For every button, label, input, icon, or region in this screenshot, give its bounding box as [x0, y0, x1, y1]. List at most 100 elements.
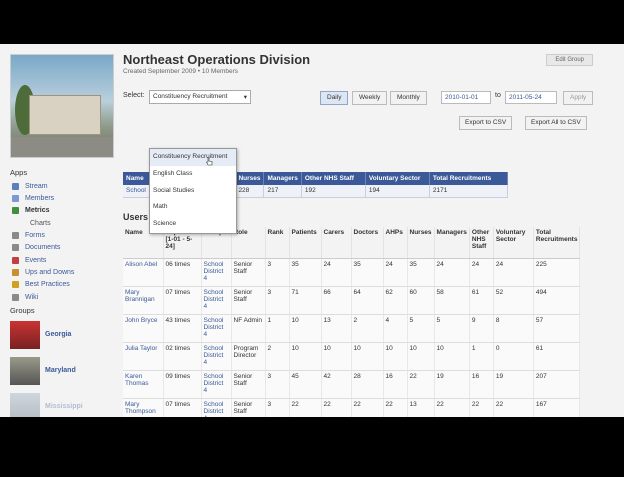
table-row: Alison Abel 06 times School District 4 Seni…: [123, 258, 581, 287]
table-row: John Bryce 43 times School District 4 NF Ad…: [123, 314, 581, 343]
table-row: Julia Taylor 02 times School District 4 Pro…: [123, 342, 581, 371]
user-group-link[interactable]: School District 4: [201, 286, 232, 315]
table-cell: 1: [265, 314, 290, 343]
summary-header-cell: Nurses: [234, 172, 265, 185]
user-group-link[interactable]: School District 4: [201, 314, 232, 343]
table-cell: 22: [321, 398, 352, 417]
table-cell: 61: [533, 342, 581, 371]
users-header-cell: Voluntary Sector: [493, 227, 534, 259]
ups-and-downs-icon: [12, 269, 19, 277]
summary-header-cell: Managers: [263, 172, 302, 185]
date-to-input[interactable]: 2011-05-24: [505, 91, 557, 104]
nav-item-label: Documents: [25, 244, 61, 252]
nav-item-members[interactable]: Members: [10, 192, 114, 204]
nav-subitem-charts[interactable]: Charts: [10, 217, 114, 229]
table-cell: 52: [493, 286, 534, 315]
table-cell: 22: [407, 370, 435, 399]
nav-item-best-practices[interactable]: Best Practices: [10, 279, 114, 291]
export-csv-button[interactable]: Export to CSV: [459, 116, 513, 130]
period-monthly-button[interactable]: Monthly: [390, 91, 427, 105]
table-row: Mary Thompson07 timesSchool District 4Se…: [123, 398, 581, 417]
table-cell: 3: [265, 286, 290, 315]
controls-bar: Select: Constituency Recruitment ▾ Daily…: [123, 90, 603, 108]
group-item[interactable]: Georgia: [10, 318, 114, 352]
table-cell: 5: [407, 314, 435, 343]
metric-dropdown-menu: Constituency Recruitment English Class Soc…: [149, 148, 237, 234]
table-cell: 22: [351, 398, 384, 417]
page-title: Northeast Operations Division: [123, 52, 311, 67]
dropdown-option[interactable]: Science: [150, 216, 236, 233]
table-cell: 42: [321, 370, 352, 399]
user-name-link[interactable]: Mary Brannigan: [123, 286, 164, 315]
dropdown-option[interactable]: Social Studies: [150, 183, 236, 200]
events-icon: [12, 256, 19, 264]
group-item[interactable]: Mississippi: [10, 390, 114, 417]
dropdown-option[interactable]: English Class: [150, 166, 236, 183]
date-from-input[interactable]: 2010-01-01: [441, 91, 491, 104]
nav-item-ups-and-downs[interactable]: Ups and Downs: [10, 266, 114, 278]
user-group-link[interactable]: School District 4: [201, 398, 232, 417]
table-cell: 13: [321, 314, 352, 343]
table-cell: 22: [493, 398, 534, 417]
user-group-link[interactable]: School District 4: [201, 370, 232, 399]
group-thumbnail: [10, 356, 40, 385]
user-group-link[interactable]: School District 4: [201, 258, 232, 287]
main-content: Northeast Operations Division Created Se…: [123, 52, 603, 417]
app-screen: Apps Stream Members Metrics Charts Forms Docu…: [0, 44, 624, 417]
user-name-link[interactable]: John Bryce: [123, 314, 164, 343]
users-header-cell: Patients: [289, 227, 322, 259]
period-weekly-button[interactable]: Weekly: [352, 91, 388, 105]
table-cell: 10: [351, 342, 384, 371]
dropdown-option[interactable]: Math: [150, 199, 236, 216]
table-cell: 24: [469, 258, 494, 287]
nav-item-events[interactable]: Events: [10, 254, 114, 266]
table-cell: 07 times: [163, 398, 202, 417]
table-cell: NF Admin: [231, 314, 266, 343]
user-name-link[interactable]: Alison Abel: [123, 258, 164, 287]
nav-item-metrics[interactable]: Metrics: [10, 205, 114, 217]
summary-cell: 192: [301, 185, 366, 198]
apply-button[interactable]: Apply: [563, 91, 594, 105]
user-name-link[interactable]: Mary Thompson: [123, 398, 164, 417]
table-cell: 66: [321, 286, 352, 315]
table-cell: 3: [265, 258, 290, 287]
table-cell: 2: [351, 314, 384, 343]
table-cell: 1: [469, 342, 494, 371]
group-name: Maryland: [45, 367, 76, 375]
dropdown-option[interactable]: Constituency Recruitment: [150, 149, 236, 166]
table-cell: 10: [289, 314, 322, 343]
table-cell: 10: [434, 342, 470, 371]
nav-item-stream[interactable]: Stream: [10, 180, 114, 192]
table-cell: 71: [289, 286, 322, 315]
table-cell: 22: [469, 398, 494, 417]
period-daily-button[interactable]: Daily: [320, 91, 349, 105]
summary-cell: 217: [263, 185, 302, 198]
table-cell: 62: [383, 286, 408, 315]
groups-heading: Groups: [10, 305, 35, 315]
table-cell: 16: [469, 370, 494, 399]
nav-item-forms[interactable]: Forms: [10, 229, 114, 241]
edit-group-button[interactable]: Edit Group: [546, 54, 593, 66]
users-heading: Users: [123, 212, 149, 222]
export-all-csv-button[interactable]: Export All to CSV: [525, 116, 587, 130]
user-name-link[interactable]: Karen Thomas: [123, 370, 164, 399]
group-item[interactable]: Maryland: [10, 354, 114, 388]
users-header-cell: Managers: [434, 227, 470, 259]
nav-item-label: Forms: [25, 231, 45, 239]
table-cell: 19: [493, 370, 534, 399]
metric-select[interactable]: Constituency Recruitment ▾: [149, 90, 251, 104]
nav-item-label: Best Practices: [25, 281, 70, 289]
table-cell: 4: [383, 314, 408, 343]
nav-item-wiki[interactable]: Wiki: [10, 291, 114, 303]
table-cell: 167: [533, 398, 581, 417]
table-cell: 16: [383, 370, 408, 399]
summary-header-cell: Voluntary Sector: [365, 172, 430, 185]
table-cell: 24: [434, 258, 470, 287]
summary-cell[interactable]: School: [123, 185, 150, 198]
user-name-link[interactable]: Julia Taylor: [123, 342, 164, 371]
user-group-link[interactable]: School District 4: [201, 342, 232, 371]
table-cell: 19: [434, 370, 470, 399]
nav-item-documents[interactable]: Documents: [10, 242, 114, 254]
table-cell: 22: [434, 398, 470, 417]
table-cell: 2: [265, 342, 290, 371]
